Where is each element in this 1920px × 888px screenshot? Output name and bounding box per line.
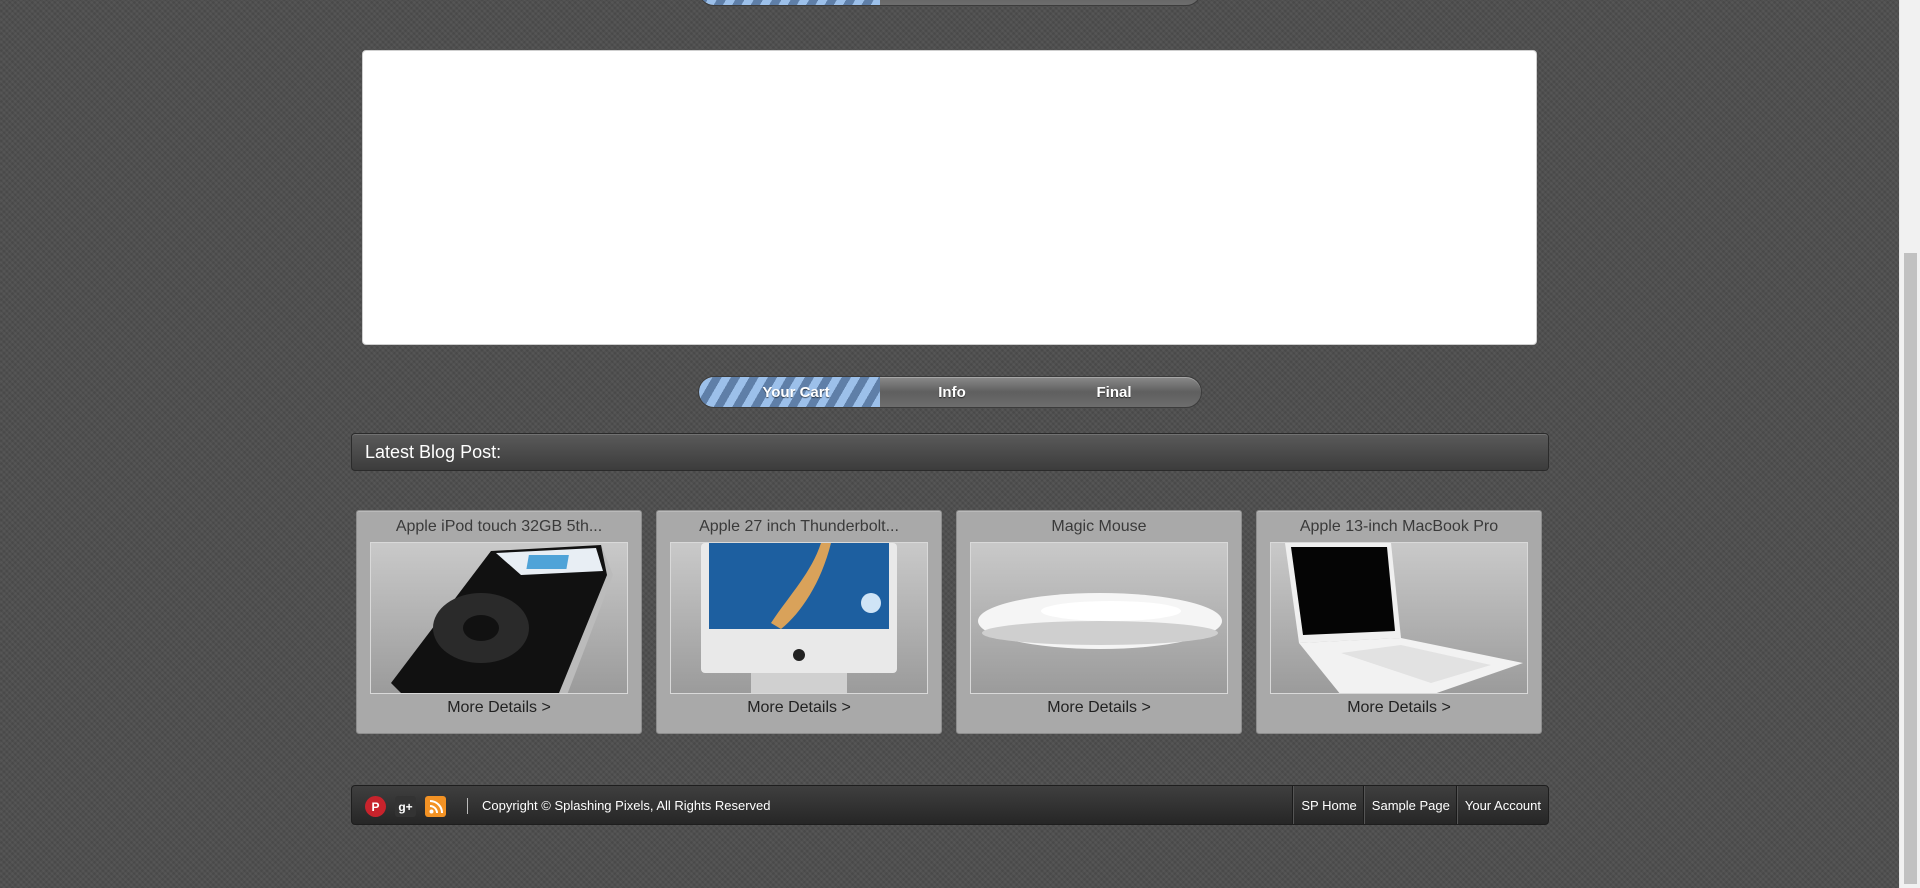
macbook-image[interactable] [1270, 542, 1528, 694]
product-title[interactable]: Apple 13-inch MacBook Pro [1257, 518, 1541, 536]
imac-image[interactable] [670, 542, 928, 694]
latest-blog-post-header: Latest Blog Post: [351, 433, 1549, 471]
progress-fill-top [699, 0, 880, 5]
checkout-progress: Your Cart Info Final [698, 376, 1202, 408]
footer-link-sample-page[interactable]: Sample Page [1363, 786, 1457, 824]
product-card: Apple 13-inch MacBook Pro More Details > [1256, 510, 1542, 734]
step-your-cart[interactable]: Your Cart [716, 377, 876, 407]
page-scrollbar[interactable] [1899, 0, 1920, 888]
footer-divider [467, 798, 468, 814]
product-card: Magic Mouse More Details > [956, 510, 1242, 734]
scrollbar-thumb[interactable] [1904, 253, 1917, 884]
footer-link-sp-home[interactable]: SP Home [1293, 786, 1363, 824]
content-box [362, 50, 1537, 345]
more-details-link[interactable]: More Details > [657, 699, 941, 717]
social-icons: P g+ [365, 796, 446, 817]
footer: P g+ Copyright © Splashing Pixels, All R… [351, 785, 1549, 825]
step-final[interactable]: Final [1034, 377, 1194, 407]
copyright-text: Copyright © Splashing Pixels, All Rights… [482, 798, 771, 813]
more-details-link[interactable]: More Details > [1257, 699, 1541, 717]
more-details-link[interactable]: More Details > [957, 699, 1241, 717]
more-details-link[interactable]: More Details > [357, 699, 641, 717]
product-card: Apple 27 inch Thunderbolt... More Detail… [656, 510, 942, 734]
blog-heading: Latest Blog Post: [365, 441, 502, 462]
pinterest-icon[interactable]: P [365, 796, 386, 817]
product-title[interactable]: Apple 27 inch Thunderbolt... [657, 518, 941, 536]
rss-icon[interactable] [425, 796, 446, 817]
ipod-image[interactable] [370, 542, 628, 694]
product-title[interactable]: Magic Mouse [957, 518, 1241, 536]
step-info[interactable]: Info [872, 377, 1032, 407]
magic-mouse-image[interactable] [970, 542, 1228, 694]
product-card: Apple iPod touch 32GB 5th... More Detail… [356, 510, 642, 734]
checkout-progress-top [698, 0, 1202, 6]
google-plus-icon[interactable]: g+ [395, 796, 416, 817]
footer-nav: SP Home Sample Page Your Account [1293, 786, 1548, 824]
product-title[interactable]: Apple iPod touch 32GB 5th... [357, 518, 641, 536]
product-list: Apple iPod touch 32GB 5th... More Detail… [356, 510, 1544, 734]
footer-link-your-account[interactable]: Your Account [1456, 786, 1548, 824]
